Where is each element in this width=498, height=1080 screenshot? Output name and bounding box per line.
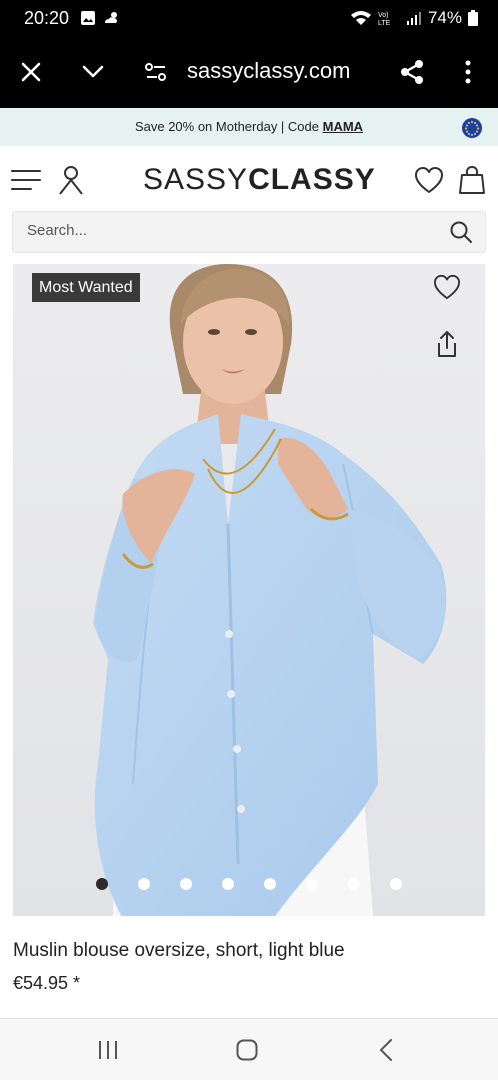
share-icon [401, 60, 423, 84]
status-time: 20:20 [24, 8, 70, 28]
product-photo [13, 264, 485, 916]
most-wanted-badge: Most Wanted [32, 273, 140, 302]
eu-flag-icon[interactable] [462, 118, 482, 138]
product-price: €54.95 * [13, 973, 81, 993]
notification-icons [80, 10, 120, 26]
minimize-button[interactable] [75, 54, 111, 90]
volte-icon: Vo)LTE [378, 12, 391, 26]
battery-icon [468, 10, 478, 26]
shopping-bag-icon [459, 165, 485, 194]
product-title: Muslin blouse oversize, short, light blu… [13, 940, 345, 961]
tune-icon [145, 63, 166, 81]
close-tab-button[interactable] [13, 54, 49, 90]
carousel-dot[interactable] [390, 878, 402, 890]
system-icons: Vo) LTE 74% [350, 8, 478, 28]
back-icon [380, 1039, 392, 1061]
browser-menu-button[interactable] [450, 54, 486, 90]
promo-message: Save 20% on Motherday | Code [134, 119, 323, 134]
recent-apps-button[interactable] [88, 1035, 128, 1065]
carousel-dot[interactable] [348, 878, 360, 890]
carousel-dot[interactable] [264, 878, 276, 890]
url-bar[interactable]: sassyclassy.com [187, 58, 350, 84]
account-button[interactable] [55, 164, 87, 196]
svg-text:Vo): Vo) [378, 12, 389, 19]
share-product-icon[interactable] [435, 330, 459, 358]
gallery-icon [81, 11, 95, 25]
share-page-button[interactable] [394, 54, 430, 90]
system-navigation-bar [0, 1018, 498, 1080]
carousel-dot[interactable] [138, 878, 150, 890]
site-logo[interactable]: SASSYCLASSY [143, 163, 376, 197]
user-icon [59, 166, 83, 195]
carousel-dot[interactable] [306, 878, 318, 890]
more-vert-icon [465, 60, 471, 84]
browser-toolbar: sassyclassy.com [0, 36, 498, 108]
heart-icon [415, 167, 443, 193]
home-button[interactable] [227, 1035, 267, 1065]
carousel-dot[interactable] [96, 878, 108, 890]
product-image-carousel[interactable]: Most Wanted [13, 264, 485, 916]
site-settings-button[interactable] [138, 54, 174, 90]
back-button[interactable] [366, 1035, 406, 1065]
svg-text:LTE: LTE [378, 20, 391, 26]
promo-banner[interactable]: Save 20% on Motherday | Code MAMA [0, 108, 498, 146]
carousel-dot[interactable] [180, 878, 192, 890]
logo-sassy: SASSY [143, 163, 249, 196]
weather-icon [105, 12, 117, 23]
carousel-dot[interactable] [222, 878, 234, 890]
battery-percent: 74% [427, 8, 462, 27]
add-to-wishlist-icon[interactable] [433, 274, 461, 300]
cart-button[interactable] [456, 164, 488, 196]
menu-button[interactable] [10, 164, 42, 196]
close-icon [21, 62, 41, 82]
wifi-icon [350, 11, 371, 25]
chevron-down-icon [82, 65, 104, 78]
signal-icon [406, 12, 421, 25]
hamburger-icon [11, 170, 41, 190]
promo-code[interactable]: MAMA [323, 119, 363, 134]
home-icon [236, 1039, 258, 1061]
eu-stars [465, 121, 479, 136]
search-icon[interactable] [449, 220, 473, 244]
search-bar[interactable] [12, 211, 486, 253]
promo-text: Save 20% on Motherday | Code MAMA [0, 119, 498, 134]
status-bar: 20:20 Vo) LTE 74% [0, 0, 498, 36]
recents-icon [99, 1041, 117, 1059]
site-header: SASSYCLASSY [0, 146, 498, 212]
wishlist-button[interactable] [413, 164, 445, 196]
carousel-indicators [96, 878, 402, 890]
search-input[interactable] [27, 222, 427, 239]
logo-classy: CLASSY [248, 163, 376, 196]
